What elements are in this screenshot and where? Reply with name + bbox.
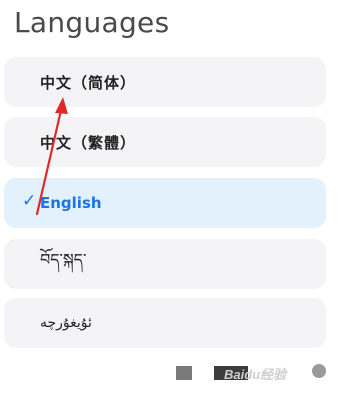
bottom-nav-bar [176,366,192,380]
annotation-arrow [35,97,68,216]
watermark-logo [312,364,326,378]
watermark-text: Baidu经验 [224,367,287,382]
